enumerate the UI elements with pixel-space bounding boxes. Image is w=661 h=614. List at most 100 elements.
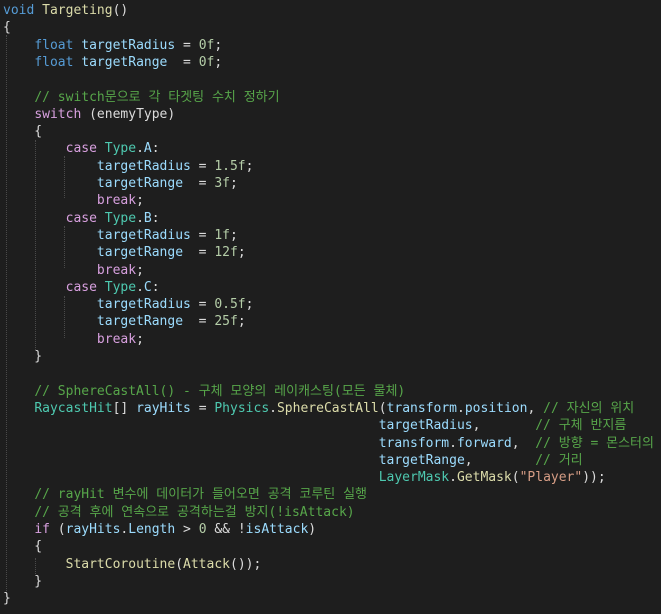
code-token: targetRange — [96, 176, 184, 191]
code-token: ()); — [230, 556, 262, 572]
code-token: targetRadius — [96, 158, 191, 174]
code-token: // 거리 — [535, 452, 583, 468]
code-token: = — [183, 314, 215, 330]
code-token: . — [136, 141, 144, 157]
code-token: > — [175, 522, 199, 537]
code-token: , — [527, 400, 544, 416]
code-token: : — [151, 279, 160, 295]
code-token: { — [3, 124, 43, 140]
code-line: transform.forward, // 방향 = 몬스터의 앞 — [3, 435, 661, 452]
code-line: { — [3, 538, 42, 555]
code-line: // switch문으로 각 타겟팅 수치 정하기 — [3, 89, 280, 106]
code-line: break; — [3, 331, 144, 348]
code-token: )); — [582, 470, 606, 486]
code-token: && ! — [206, 522, 246, 537]
code-token: . — [457, 400, 465, 416]
code-token: Type — [104, 279, 137, 295]
code-token: . — [449, 435, 457, 451]
code-token: A — [143, 141, 152, 157]
code-line: case Type.A: — [3, 140, 160, 157]
code-line: { — [3, 19, 11, 36]
code-token: . — [136, 210, 144, 226]
code-token: , — [464, 452, 536, 468]
code-line: targetRadius = 0.5f; — [3, 296, 254, 313]
code-line: targetRadius, // 구체 반지름 — [3, 417, 627, 434]
code-token: targetRange — [96, 314, 184, 330]
code-line: targetRange = 25f; — [3, 313, 246, 330]
code-token: = — [167, 54, 199, 70]
code-token: targetRadius — [96, 297, 191, 313]
code-line: { — [3, 123, 42, 140]
code-token: // 자신의 위치 — [543, 400, 635, 416]
code-token: : — [151, 141, 160, 157]
code-token: float — [34, 54, 74, 70]
code-token: Type — [104, 210, 137, 226]
code-token: { — [3, 20, 11, 36]
code-token: () — [112, 3, 129, 18]
code-token: 0f — [198, 54, 215, 70]
code-token: 12f — [214, 245, 238, 261]
code-token: C — [143, 279, 152, 295]
code-token: ; — [237, 314, 246, 330]
code-token: if — [34, 522, 50, 537]
code-token: targetRadius — [81, 37, 176, 53]
code-token: Type — [104, 141, 137, 157]
code-line: void Targeting() — [3, 2, 128, 19]
code-token: ; — [229, 227, 238, 243]
code-token: ( — [175, 556, 184, 572]
code-line: // rayHit 변수에 데이터가 들어오면 공격 코루틴 실행 — [3, 486, 367, 503]
code-token: rayHits — [136, 400, 191, 416]
code-token: break — [96, 262, 137, 278]
code-token: transform — [386, 400, 458, 416]
code-line: case Type.C: — [3, 279, 160, 296]
code-line: float targetRadius = 0f; — [3, 37, 222, 54]
code-line: targetRadius = 1f; — [3, 227, 238, 244]
code-editor[interactable]: void Targeting(){ float targetRadius = 0… — [0, 0, 661, 614]
code-token: B — [143, 210, 152, 226]
code-token: { — [3, 539, 43, 555]
code-token: switch — [34, 106, 82, 122]
code-token: ; — [136, 331, 144, 347]
code-token: SphereCastAll — [276, 400, 379, 416]
code-token: float — [34, 37, 74, 53]
code-token: 25f — [214, 314, 238, 330]
code-token: 1f — [214, 227, 230, 243]
code-token: = — [190, 227, 215, 243]
code-token: ; — [136, 262, 144, 278]
code-token: ; — [237, 245, 246, 261]
code-token: } — [3, 573, 43, 589]
code-token: targetRange — [378, 452, 465, 468]
code-token: isAttack — [245, 522, 309, 537]
code-token: Attack — [183, 556, 230, 572]
code-token: // switch문으로 각 타겟팅 수치 정하기 — [34, 89, 280, 105]
code-line: RaycastHit[] rayHits = Physics.SphereCas… — [3, 400, 634, 417]
code-token: // rayHit 변수에 데이터가 들어오면 공격 코루틴 실행 — [34, 487, 367, 503]
code-token: 1.5f — [214, 158, 246, 174]
code-token: "Player" — [519, 470, 583, 486]
code-line: targetRange = 3f; — [3, 175, 238, 192]
code-token: Targeting — [42, 3, 113, 18]
code-token: // SphereCastAll() - 구체 모양의 레이캐스팅(모든 물체) — [34, 383, 406, 399]
code-token: 0f — [198, 37, 215, 53]
code-token: case — [65, 210, 97, 226]
code-token: targetRange — [96, 245, 184, 261]
code-token: } — [3, 591, 11, 607]
code-token: } — [3, 349, 43, 364]
code-line: case Type.B: — [3, 210, 160, 227]
code-token: . — [136, 279, 144, 295]
